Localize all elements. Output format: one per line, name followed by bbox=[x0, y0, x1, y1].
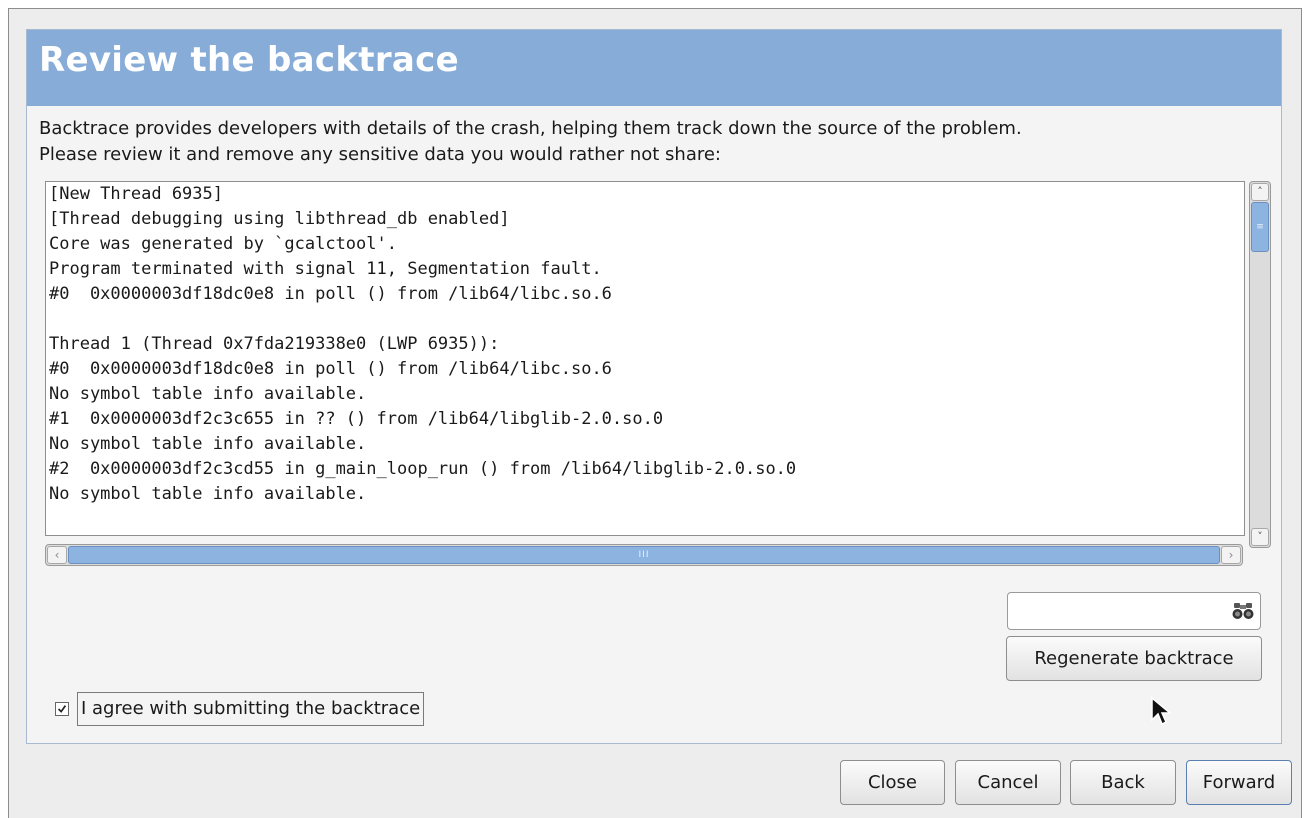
backtrace-line: Thread 1 (Thread 0x7fda219338e0 (LWP 693… bbox=[49, 334, 500, 354]
agree-checkbox[interactable] bbox=[55, 702, 69, 716]
backtrace-line: Core was generated by `gcalctool'. bbox=[49, 234, 397, 254]
assistant-window: Review the backtrace Backtrace provides … bbox=[8, 8, 1302, 818]
backtrace-page: Review the backtrace Backtrace provides … bbox=[26, 29, 1282, 744]
cancel-button[interactable]: Cancel bbox=[955, 760, 1061, 805]
page-title: Review the backtrace bbox=[39, 40, 459, 80]
backtrace-line: Program terminated with signal 11, Segme… bbox=[49, 259, 602, 279]
backtrace-line: #1 0x0000003df2c3c655 in ?? () from /lib… bbox=[49, 409, 664, 429]
page-banner: Review the backtrace bbox=[27, 30, 1281, 106]
regenerate-backtrace-button[interactable]: Regenerate backtrace bbox=[1006, 636, 1262, 681]
backtrace-line: [Thread debugging using libthread_db ena… bbox=[49, 209, 510, 229]
scroll-down-icon[interactable]: ˅ bbox=[1251, 528, 1269, 546]
backtrace-line: No symbol table info available. bbox=[49, 484, 367, 504]
scroll-right-icon[interactable]: › bbox=[1221, 546, 1241, 564]
backtrace-line: [New Thread 6935] bbox=[49, 184, 223, 204]
scroll-left-icon[interactable]: ‹ bbox=[47, 546, 67, 564]
description-line-1: Backtrace provides developers with detai… bbox=[39, 118, 1022, 139]
backtrace-line: No symbol table info available. bbox=[49, 434, 367, 454]
agree-label[interactable]: I agree with submitting the backtrace bbox=[77, 692, 425, 726]
scroll-up-icon[interactable]: ˄ bbox=[1251, 183, 1269, 201]
vertical-scrollbar[interactable]: ˄ ≡ ˅ bbox=[1249, 181, 1271, 548]
back-button[interactable]: Back bbox=[1070, 760, 1176, 805]
close-button[interactable]: Close bbox=[840, 760, 945, 805]
description: Backtrace provides developers with detai… bbox=[39, 116, 1269, 168]
vertical-scroll-thumb[interactable]: ≡ bbox=[1251, 202, 1269, 252]
backtrace-textview[interactable]: [New Thread 6935] [Thread debugging usin… bbox=[45, 181, 1245, 536]
horizontal-scroll-thumb[interactable]: III bbox=[68, 546, 1220, 564]
mouse-pointer-icon bbox=[1151, 696, 1173, 726]
forward-button[interactable]: Forward bbox=[1186, 760, 1292, 805]
backtrace-line: #0 0x0000003df18dc0e8 in poll () from /l… bbox=[49, 359, 612, 379]
backtrace-line: #2 0x0000003df2c3cd55 in g_main_loop_run… bbox=[49, 459, 797, 479]
horizontal-scrollbar[interactable]: ‹ III › bbox=[45, 544, 1243, 566]
backtrace-line: No symbol table info available. bbox=[49, 384, 367, 404]
binoculars-icon[interactable] bbox=[1232, 600, 1254, 622]
search-input[interactable] bbox=[1007, 592, 1261, 630]
backtrace-line bbox=[46, 307, 1244, 332]
backtrace-line: #0 0x0000003df18dc0e8 in poll () from /l… bbox=[49, 284, 612, 304]
description-line-2: Please review it and remove any sensitiv… bbox=[39, 144, 721, 165]
